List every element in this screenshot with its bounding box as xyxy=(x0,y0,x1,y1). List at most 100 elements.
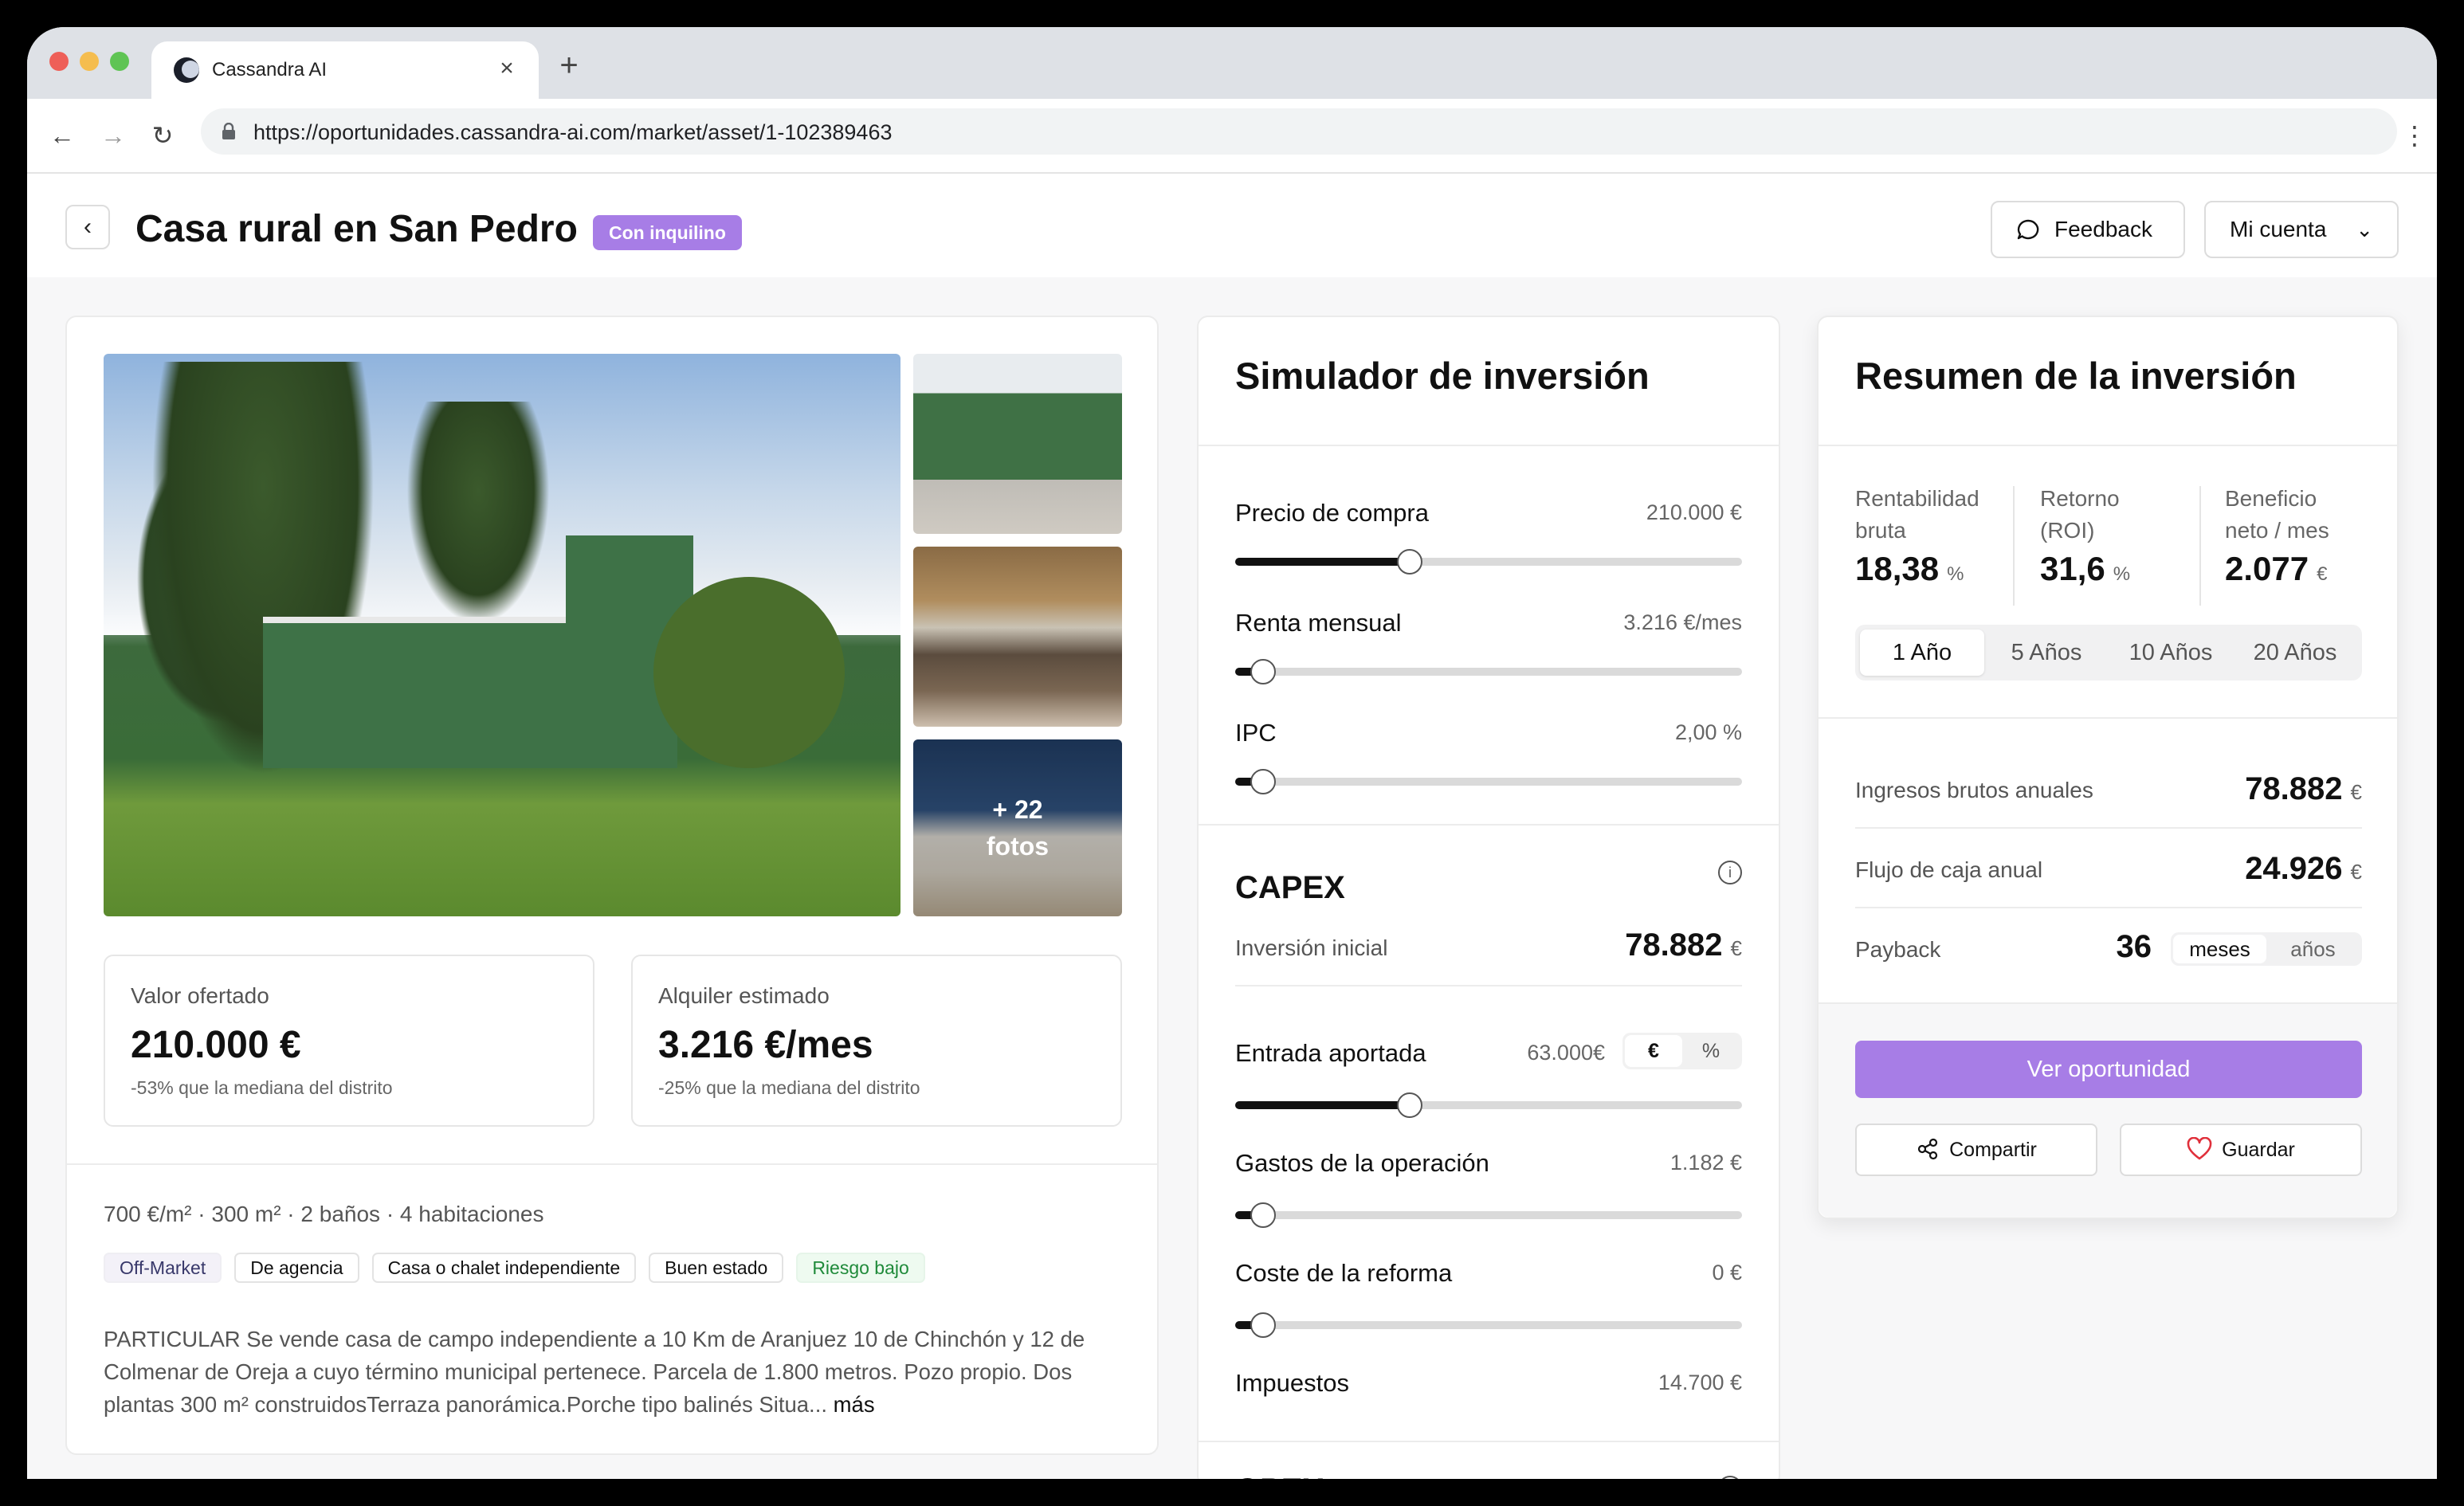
kpi-value: 2.077 € xyxy=(2225,550,2376,588)
gross-income-value: 78.882 € xyxy=(2245,771,2362,807)
cash-flow-unit: € xyxy=(2350,860,2362,884)
estimated-rent-label: Alquiler estimado xyxy=(658,983,830,1008)
period-1-year[interactable]: 1 Año xyxy=(1860,629,1984,676)
reload-icon[interactable]: ↻ xyxy=(147,120,179,151)
browser-tab[interactable]: Cassandra AI × xyxy=(151,41,539,99)
close-tab-icon[interactable]: × xyxy=(491,53,523,84)
ipc-slider[interactable] xyxy=(1235,769,1742,794)
property-description: PARTICULAR Se vende casa de campo indepe… xyxy=(104,1323,1132,1421)
kpi-gross-yield: Rentabilidad bruta 18,38% xyxy=(1855,483,2007,588)
payback-value: 36 xyxy=(2116,929,2152,964)
gross-income-unit: € xyxy=(2350,780,2362,804)
divider xyxy=(1235,985,1742,986)
slider-thumb[interactable] xyxy=(1250,769,1276,794)
ipc-value: 2,00 % xyxy=(1674,720,1742,744)
save-label: Guardar xyxy=(2222,1139,2295,1161)
transaction-costs-slider[interactable] xyxy=(1235,1202,1742,1228)
taxes-value: 14.700 € xyxy=(1658,1371,1742,1394)
read-more-link[interactable]: más xyxy=(834,1392,875,1417)
period-selector[interactable]: 1 Año 5 Años 10 Años 20 Años xyxy=(1855,625,2362,680)
kpi-value: 31,6% xyxy=(2040,550,2191,588)
payback-months-option[interactable]: meses xyxy=(2173,935,2266,963)
offered-value-note: -53% que la mediana del distrito xyxy=(131,1077,393,1098)
account-menu-button[interactable]: Mi cuenta ⌄ xyxy=(2204,201,2399,258)
more-photos-overlay: + 22 fotos xyxy=(913,739,1122,916)
chevron-left-icon: ‹ xyxy=(84,214,92,240)
kpi-roi: Retorno (ROI) 31,6% xyxy=(2040,483,2191,588)
kpi-label: neto / mes xyxy=(2225,518,2329,543)
maximize-window-button[interactable] xyxy=(110,52,129,71)
kpi-label: bruta xyxy=(1855,518,1906,543)
offered-value-label: Valor ofertado xyxy=(131,983,269,1008)
feedback-button[interactable]: Feedback xyxy=(1991,201,2185,258)
monthly-rent-label: Renta mensual xyxy=(1235,609,1402,637)
offered-value-box: Valor ofertado 210.000 € -53% que la med… xyxy=(104,955,594,1127)
share-button[interactable]: Compartir xyxy=(1855,1124,2097,1176)
period-5-years[interactable]: 5 Años xyxy=(1984,629,2109,676)
period-10-years[interactable]: 10 Años xyxy=(2109,629,2233,676)
reform-cost-slider[interactable] xyxy=(1235,1312,1742,1338)
status-badge: Con inquilino xyxy=(593,215,742,250)
slider-thumb[interactable] xyxy=(1397,1092,1423,1118)
cash-flow-value: 24.926 € xyxy=(2245,851,2362,887)
chat-bubble-icon xyxy=(2017,219,2039,240)
kpi-value: 18,38% xyxy=(1855,550,2007,588)
slider-thumb[interactable] xyxy=(1397,549,1423,575)
kpi-unit: € xyxy=(2317,563,2328,585)
close-window-button[interactable] xyxy=(49,52,69,71)
payback-years-option[interactable]: años xyxy=(2266,935,2360,963)
photo-thumbnail-more[interactable]: + 22 fotos xyxy=(913,739,1122,916)
share-label: Compartir xyxy=(1949,1139,2037,1161)
info-icon[interactable]: i xyxy=(1718,1476,1742,1479)
initial-investment-unit: € xyxy=(1730,936,1742,960)
summary-title: Resumen de la inversión xyxy=(1855,355,2297,397)
kpi-unit: % xyxy=(1947,563,1964,585)
kpi-separator xyxy=(2199,486,2201,606)
address-bar[interactable]: https://oportunidades.cassandra-ai.com/m… xyxy=(201,108,2397,155)
unit-percent-option[interactable]: % xyxy=(1682,1035,1740,1067)
forward-arrow-icon[interactable]: → xyxy=(97,120,129,151)
down-payment-label: Entrada aportada xyxy=(1235,1039,1426,1067)
payback-row: Payback 36 meses años xyxy=(1855,924,2362,980)
info-icon[interactable]: i xyxy=(1718,861,1742,884)
kpi-amount: 18,38 xyxy=(1855,550,1940,587)
unit-euro-option[interactable]: € xyxy=(1625,1035,1682,1067)
divider xyxy=(1199,824,1779,826)
more-photos-label: fotos xyxy=(986,832,1050,861)
tab-strip: Cassandra AI × + xyxy=(27,27,2437,99)
heart-icon xyxy=(2187,1137,2212,1160)
house-graphic xyxy=(263,535,693,768)
back-arrow-icon[interactable]: ← xyxy=(46,120,78,151)
kpi-net-profit: Beneficio neto / mes 2.077 € xyxy=(2225,483,2376,588)
estimated-rent-note: -25% que la mediana del distrito xyxy=(658,1077,920,1098)
cash-flow-label: Flujo de caja anual xyxy=(1855,857,2043,882)
slider-thumb[interactable] xyxy=(1250,659,1276,684)
tag-risk: Riesgo bajo xyxy=(796,1253,925,1283)
payback-unit-toggle[interactable]: meses años xyxy=(2171,932,2362,966)
view-opportunity-button[interactable]: Ver oportunidad xyxy=(1855,1041,2362,1098)
photo-thumbnail-2[interactable] xyxy=(913,547,1122,727)
property-specs: 700 €/m² · 300 m² · 2 baños · 4 habitaci… xyxy=(104,1202,544,1226)
purchase-price-slider[interactable] xyxy=(1235,549,1742,575)
main-photo[interactable] xyxy=(104,354,900,916)
down-payment-slider[interactable] xyxy=(1235,1092,1742,1118)
kpi-unit: % xyxy=(2113,563,2131,585)
actions-area xyxy=(1819,1002,2397,1218)
photo-thumbnail-1[interactable] xyxy=(913,354,1122,534)
period-20-years[interactable]: 20 Años xyxy=(2233,629,2357,676)
slider-thumb[interactable] xyxy=(1250,1202,1276,1228)
browser-menu-icon[interactable]: ⋮ xyxy=(2402,120,2427,151)
palm-tree-graphic-2 xyxy=(406,402,550,625)
purchase-price-label: Precio de compra xyxy=(1235,499,1429,527)
transaction-costs-label: Gastos de la operación xyxy=(1235,1149,1489,1177)
ipc-label: IPC xyxy=(1235,719,1277,747)
more-photos-count: + 22 xyxy=(992,795,1043,824)
back-button[interactable]: ‹ xyxy=(65,205,110,249)
save-button[interactable]: Guardar xyxy=(2120,1124,2362,1176)
minimize-window-button[interactable] xyxy=(80,52,99,71)
new-tab-icon[interactable]: + xyxy=(553,49,585,83)
slider-thumb[interactable] xyxy=(1250,1312,1276,1338)
down-payment-unit-toggle[interactable]: € % xyxy=(1622,1033,1742,1069)
monthly-rent-slider[interactable] xyxy=(1235,659,1742,684)
account-label: Mi cuenta xyxy=(2230,217,2327,241)
